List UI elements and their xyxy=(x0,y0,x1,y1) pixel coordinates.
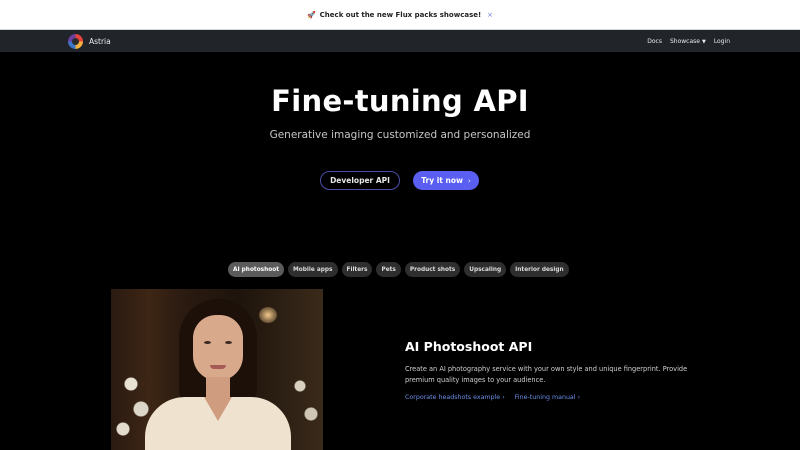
caret-down-icon: ▼ xyxy=(701,38,706,45)
corporate-headshots-link[interactable]: Corporate headshots example › xyxy=(405,394,505,401)
chevron-right-icon: › xyxy=(577,394,581,401)
rocket-icon: 🚀 xyxy=(306,10,316,19)
tab-filters[interactable]: Filters xyxy=(341,262,373,277)
background-lamp xyxy=(259,307,277,323)
fine-tuning-manual-link[interactable]: Fine-tuning manual › xyxy=(515,394,580,401)
category-tabs: AI photoshoot Mobile apps Filters Pets P… xyxy=(228,262,569,278)
ai-photoshoot-example-image xyxy=(111,289,323,450)
navbar: Astria Docs Showcase ▼ Login xyxy=(0,30,800,52)
background-flowers-right xyxy=(286,374,323,450)
developer-api-button[interactable]: Developer API xyxy=(320,171,400,190)
developer-api-label: Developer API xyxy=(330,176,390,185)
close-icon[interactable]: × xyxy=(487,11,493,19)
nav-showcase-dropdown[interactable]: Showcase ▼ xyxy=(670,38,706,45)
hero-subtitle: Generative imaging customized and person… xyxy=(269,129,531,141)
portrait-eye-left xyxy=(204,341,211,344)
feature-links: Corporate headshots example › Fine-tuning… xyxy=(405,394,580,401)
feature-title: AI Photoshoot API xyxy=(405,339,533,354)
nav-showcase-label: Showcase xyxy=(669,37,700,45)
astria-logo-icon xyxy=(68,33,83,49)
tab-interior-design[interactable]: Interior design xyxy=(510,262,569,277)
announcement-link[interactable]: Check out the new Flux packs showcase! xyxy=(320,11,482,19)
announcement-banner: 🚀 Check out the new Flux packs showcase!… xyxy=(0,0,800,30)
portrait-eye-right xyxy=(225,341,232,344)
nav-login-link[interactable]: Login xyxy=(714,38,730,45)
tab-pets[interactable]: Pets xyxy=(376,262,401,277)
brand-name: Astria xyxy=(89,36,111,46)
corporate-headshots-label: Corporate headshots example xyxy=(405,394,501,401)
nav-docs-link[interactable]: Docs xyxy=(647,38,662,45)
tab-product-shots[interactable]: Product shots xyxy=(404,262,461,277)
nav-links: Docs Showcase ▼ Login xyxy=(647,30,730,52)
portrait-face xyxy=(193,315,243,381)
feature-description: Create an AI photography service with yo… xyxy=(405,365,688,384)
try-it-now-label: Try it now xyxy=(421,176,463,185)
tab-mobile-apps[interactable]: Mobile apps xyxy=(288,262,338,277)
portrait-mouth xyxy=(210,365,226,369)
hero-title: Fine-tuning API xyxy=(271,84,529,118)
chevron-right-icon: › xyxy=(467,176,471,185)
chevron-right-icon: › xyxy=(502,394,505,401)
fine-tuning-manual-label: Fine-tuning manual xyxy=(514,394,576,401)
brand-link[interactable]: Astria xyxy=(68,33,111,49)
tab-upscaling[interactable]: Upscaling xyxy=(464,262,507,277)
tab-ai-photoshoot[interactable]: AI photoshoot xyxy=(228,262,284,277)
try-it-now-button[interactable]: Try it now › xyxy=(413,171,479,190)
